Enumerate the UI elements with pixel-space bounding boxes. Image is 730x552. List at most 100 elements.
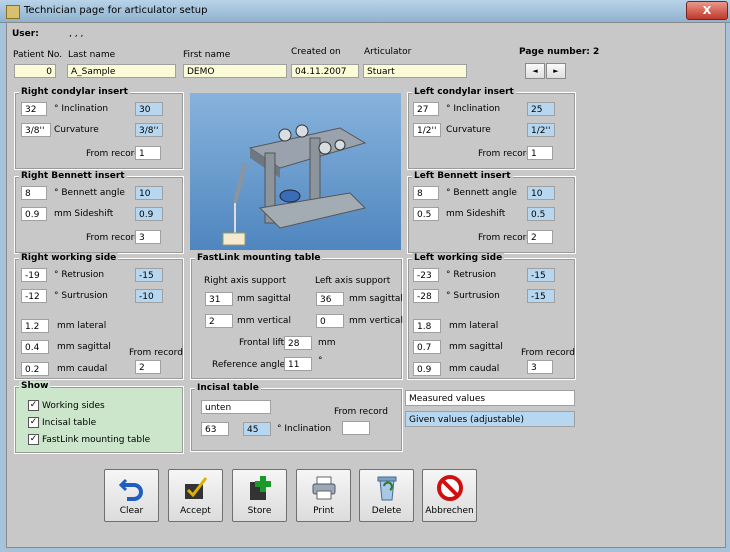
reference-angle-field[interactable]: 11	[284, 357, 312, 371]
right-bennett-angle-measured[interactable]: 8	[21, 186, 47, 200]
right-lateral-field[interactable]: 1.2	[21, 319, 49, 333]
left-retrusion-label: ° Retrusion	[446, 270, 497, 280]
frontal-lift-field[interactable]: 28	[284, 336, 312, 350]
right-bennett-angle-given[interactable]: 10	[135, 186, 163, 200]
right-condylar-title: Right condylar insert	[19, 87, 130, 97]
left-inclination-given[interactable]: 25	[527, 102, 555, 116]
incisal-group: Incisal table unten From record 63 45 ° …	[190, 383, 403, 452]
first-name-field[interactable]: DEMO	[183, 64, 287, 78]
right-retrusion-measured[interactable]: -19	[21, 268, 47, 282]
store-button[interactable]: Store	[232, 469, 287, 522]
cancel-button[interactable]: Abbrechen	[422, 469, 477, 522]
legend-given: Given values (adjustable)	[405, 411, 575, 427]
cancel-label: Abbrechen	[425, 506, 474, 516]
right-bennett-title: Right Bennett insert	[19, 171, 127, 181]
right-working-from-record[interactable]: 2	[135, 360, 161, 374]
fastlink-checkbox[interactable]: ✓	[28, 434, 39, 445]
right-condylar-from-record[interactable]: 1	[135, 146, 161, 160]
left-retrusion-given[interactable]: -15	[527, 268, 555, 282]
incisal-from-record[interactable]	[342, 421, 370, 435]
left-condylar-from-record[interactable]: 1	[527, 146, 553, 160]
left-sagittal-field[interactable]: 0.7	[413, 340, 441, 354]
created-on-field[interactable]: 04.11.2007	[291, 64, 359, 78]
last-name-label: Last name	[68, 50, 116, 60]
left-axis-sagittal[interactable]: 36	[316, 292, 344, 306]
add-document-icon	[250, 476, 271, 500]
right-surtrusion-given[interactable]: -10	[135, 289, 163, 303]
main-panel: User: , , , Patient No. 0 Last name A_Sa…	[6, 22, 726, 548]
incisal-inclination-measured[interactable]: 63	[201, 422, 229, 436]
left-retrusion-measured[interactable]: -23	[413, 268, 439, 282]
left-surtrusion-given[interactable]: -15	[527, 289, 555, 303]
page-spinner: ◄ ►	[519, 63, 575, 79]
right-sideshift-measured[interactable]: 0.9	[21, 207, 47, 221]
left-working-from-record[interactable]: 3	[527, 360, 553, 374]
left-condylar-title: Left condylar insert	[412, 87, 516, 97]
left-axis-sagittal-label: mm sagittal	[349, 294, 403, 304]
left-axis-vertical-label: mm vertical	[349, 316, 403, 326]
left-curvature-measured[interactable]: 1/2''	[413, 123, 441, 137]
articulator-label: Articulator	[364, 47, 412, 57]
right-sideshift-given[interactable]: 0.9	[135, 207, 163, 221]
reference-angle-label: Reference angle	[212, 360, 286, 370]
left-caudal-label: mm caudal	[449, 364, 500, 374]
frontal-lift-unit: mm	[318, 338, 336, 348]
right-condylar-group: Right condylar insert 32 ° Inclination 3…	[14, 87, 184, 170]
articulator-field[interactable]: Stuart	[363, 64, 467, 78]
delete-button[interactable]: Delete	[359, 469, 414, 522]
legend-measured: Measured values	[405, 390, 575, 406]
page-next-button[interactable]: ►	[546, 63, 566, 79]
fastlink-title: FastLink mounting table	[195, 253, 323, 263]
left-surtrusion-measured[interactable]: -28	[413, 289, 439, 303]
working-sides-checkbox[interactable]: ✓	[28, 400, 39, 411]
fastlink-group: FastLink mounting table Right axis suppo…	[190, 253, 403, 380]
left-sideshift-measured[interactable]: 0.5	[413, 207, 439, 221]
right-inclination-measured[interactable]: 32	[21, 102, 47, 116]
right-axis-sagittal[interactable]: 31	[205, 292, 233, 306]
accept-label: Accept	[180, 506, 211, 516]
right-caudal-field[interactable]: 0.2	[21, 362, 49, 376]
left-bennett-angle-measured[interactable]: 8	[413, 186, 439, 200]
right-curvature-measured[interactable]: 3/8''	[21, 123, 51, 137]
clear-button[interactable]: Clear	[104, 469, 159, 522]
right-bennett-group: Right Bennett insert 8 ° Bennett angle 1…	[14, 171, 184, 254]
left-inclination-label: ° Inclination	[446, 104, 501, 114]
right-working-title: Right working side	[19, 253, 119, 263]
left-lateral-field[interactable]: 1.8	[413, 319, 441, 333]
incisal-inclination-label: ° Inclination	[277, 424, 332, 434]
right-surtrusion-measured[interactable]: -12	[21, 289, 47, 303]
incisal-inclination-given[interactable]: 45	[243, 422, 271, 436]
left-sideshift-given[interactable]: 0.5	[527, 207, 555, 221]
incisal-table-checkbox[interactable]: ✓	[28, 417, 39, 428]
store-label: Store	[247, 506, 272, 516]
printer-icon	[312, 476, 336, 500]
left-surtrusion-label: ° Surtrusion	[446, 291, 500, 301]
right-retrusion-given[interactable]: -15	[135, 268, 163, 282]
print-button[interactable]: Print	[296, 469, 351, 522]
left-inclination-measured[interactable]: 27	[413, 102, 439, 116]
page-number: Page number: 2	[519, 47, 600, 57]
right-bennett-angle-label: ° Bennett angle	[54, 188, 125, 198]
left-curvature-given[interactable]: 1/2''	[527, 123, 555, 137]
close-button[interactable]: X	[686, 1, 728, 20]
last-name-field[interactable]: A_Sample	[67, 64, 176, 78]
right-surtrusion-label: ° Surtrusion	[54, 291, 108, 301]
right-inclination-given[interactable]: 30	[135, 102, 163, 116]
left-axis-vertical[interactable]: 0	[316, 314, 344, 328]
left-bennett-from-record[interactable]: 2	[527, 230, 553, 244]
right-axis-vertical[interactable]: 2	[205, 314, 233, 328]
undo-icon	[118, 478, 143, 501]
incisal-name-field[interactable]: unten	[201, 400, 271, 414]
right-curvature-given[interactable]: 3/8''	[135, 123, 163, 137]
patient-no-field[interactable]: 0	[14, 64, 56, 78]
left-caudal-field[interactable]: 0.9	[413, 362, 441, 376]
accept-button[interactable]: Accept	[168, 469, 223, 522]
right-bennett-from-record[interactable]: 3	[135, 230, 161, 244]
left-bennett-angle-given[interactable]: 10	[527, 186, 555, 200]
left-sideshift-label: mm Sideshift	[446, 209, 506, 219]
right-lateral-label: mm lateral	[57, 321, 107, 331]
page-prev-button[interactable]: ◄	[525, 63, 545, 79]
title-bar: Technician page for articulator setup X	[0, 0, 730, 23]
right-sagittal-field[interactable]: 0.4	[21, 340, 49, 354]
delete-label: Delete	[371, 506, 402, 516]
